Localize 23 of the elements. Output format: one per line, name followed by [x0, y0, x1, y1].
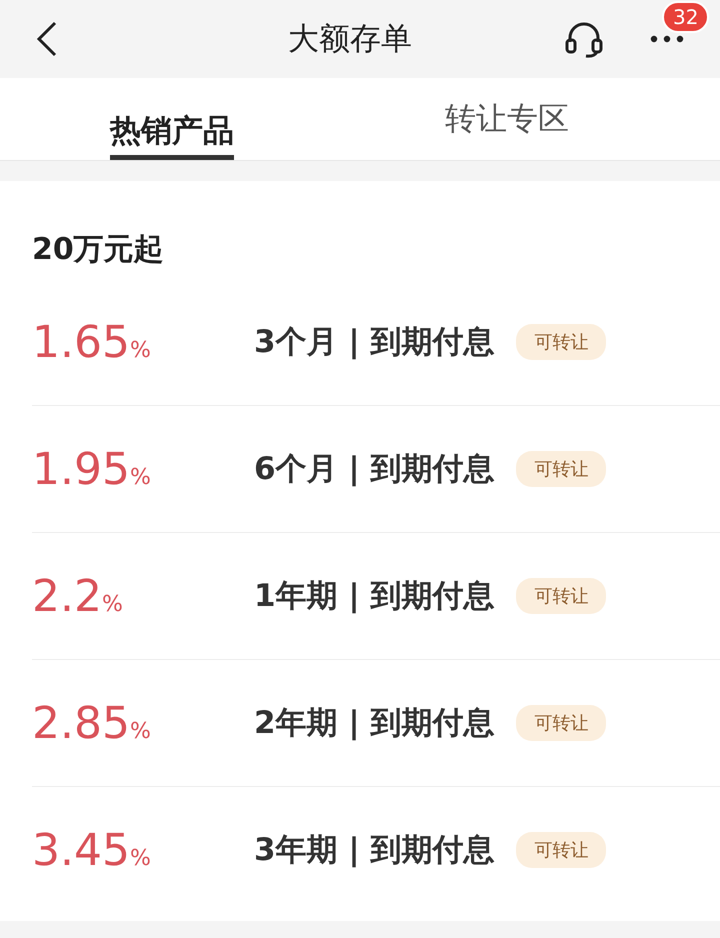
- transferable-tag: 可转让: [516, 324, 606, 360]
- transferable-tag: 可转让: [516, 705, 606, 741]
- page-title: 大额存单: [288, 20, 412, 59]
- section-title: 20万元起: [32, 231, 165, 269]
- term-text: 3年期 | 到期付息: [254, 831, 494, 870]
- transferable-tag: 可转让: [516, 578, 606, 614]
- transferable-tag: 可转让: [516, 451, 606, 487]
- transferable-tag: 可转让: [516, 832, 606, 868]
- more-icon[interactable]: [650, 35, 684, 43]
- interest-rate: 2.85%: [32, 698, 152, 748]
- interest-rate: 1.65%: [32, 316, 152, 368]
- tab[interactable]: 转让专区: [294, 78, 720, 160]
- term-text: 6个月 | 到期付息: [254, 450, 494, 489]
- term-text: 2年期 | 到期付息: [254, 704, 494, 743]
- message-count-badge: 32: [662, 1, 710, 33]
- term-text: 1年期 | 到期付息: [254, 577, 494, 616]
- headset-icon[interactable]: [564, 20, 604, 58]
- interest-rate: 1.95%: [32, 444, 152, 494]
- interest-rate: 2.2%: [32, 570, 124, 622]
- tab[interactable]: 热销产品: [110, 100, 234, 160]
- interest-rate: 3.45%: [32, 824, 152, 876]
- back-icon[interactable]: [36, 21, 58, 57]
- term-text: 3个月 | 到期付息: [254, 323, 494, 362]
